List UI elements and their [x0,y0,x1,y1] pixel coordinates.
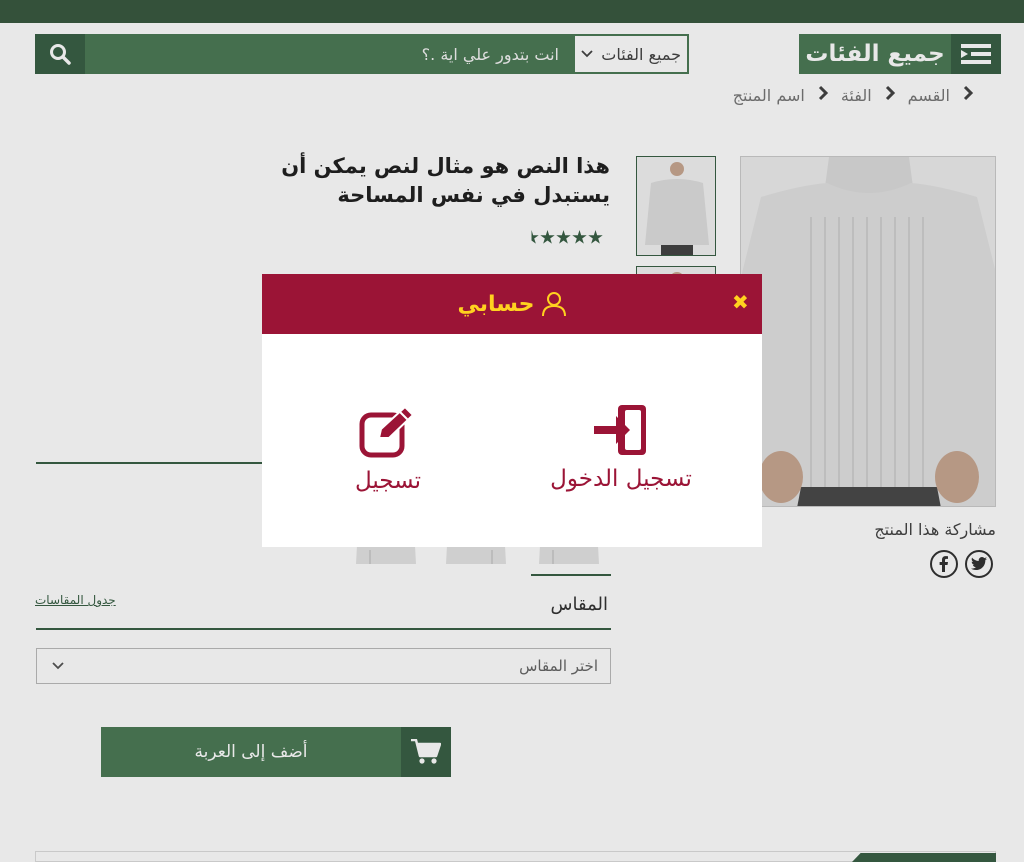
user-icon [541,292,566,317]
login-label: تسجيل الدخول [550,466,692,492]
login-option[interactable]: تسجيل الدخول [521,404,721,492]
register-label: تسجيل [354,468,422,494]
register-option[interactable]: تسجيل [288,404,488,494]
edit-icon [359,405,415,458]
account-modal: حسابي ✖ تسجيل الدخول تسجيل [262,274,762,547]
modal-header: حسابي [262,274,762,334]
login-icon [594,405,646,455]
modal-title: حسابي [457,291,535,317]
close-icon[interactable]: ✖ [732,290,749,314]
